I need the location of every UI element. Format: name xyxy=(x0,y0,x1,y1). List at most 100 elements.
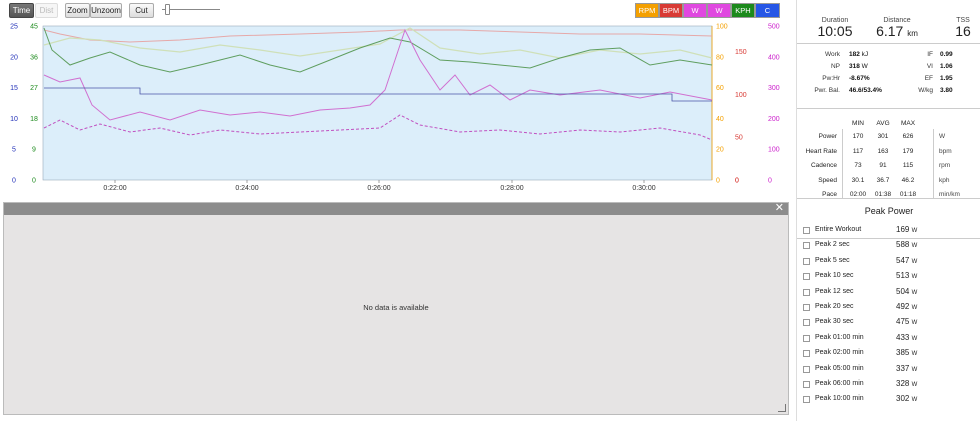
peak-checkbox[interactable] xyxy=(803,242,810,250)
peak-label: Peak 2 sec xyxy=(815,241,850,249)
peak-checkbox[interactable] xyxy=(803,365,810,373)
metric-row: Pwr. Bal. 46.6/53.4% W/kg 3.80 xyxy=(797,86,980,96)
peak-label: Peak 05:00 min xyxy=(815,364,864,372)
workout-chart[interactable]: 0:22:00 0:24:00 0:26:00 0:28:00 0:30:00 0 5 10 1… xyxy=(0,20,790,198)
stats-divider xyxy=(842,129,843,198)
peak-checkbox[interactable] xyxy=(803,304,810,311)
x-tick-label: 0:22:00 xyxy=(103,185,126,192)
peak-row[interactable]: Peak 01:00 min 433 W xyxy=(797,332,980,347)
divider xyxy=(797,198,980,199)
metric-label: Work xyxy=(824,51,840,58)
peak-unit: W xyxy=(911,258,918,265)
peak-label: Peak 12 sec xyxy=(815,287,854,295)
stats-max: 46.2 xyxy=(901,176,915,184)
peak-checkbox[interactable] xyxy=(803,381,810,388)
smoothing-slider-track[interactable] xyxy=(162,9,220,10)
peak-row[interactable]: Peak 10 sec 513 W xyxy=(797,270,980,285)
stats-row-label: Power xyxy=(818,133,837,140)
x-tick-label: 0:24:00 xyxy=(235,185,258,192)
peak-checkbox[interactable] xyxy=(803,350,810,358)
metric-value: 46.6/53.4% xyxy=(849,86,882,96)
peak-label: Peak 02:00 min xyxy=(815,349,864,357)
right_axes-tick: 100 xyxy=(716,24,728,31)
right_axes-tick: 20 xyxy=(716,147,724,154)
right_axes-tick: 40 xyxy=(716,116,724,123)
channel-toggle-4[interactable]: KPH xyxy=(731,3,755,18)
right_axes-tick: 300 xyxy=(768,85,780,92)
peak-value: 328 W xyxy=(896,379,917,388)
peak-number: 328 xyxy=(896,379,910,388)
metric-row: NP 318 W VI 1.06 xyxy=(797,62,980,72)
peak-number: 475 xyxy=(896,317,910,327)
peak-checkbox[interactable] xyxy=(803,396,810,404)
peak-row[interactable]: Peak 12 sec 504 W xyxy=(797,286,980,301)
cut-button[interactable]: Cut xyxy=(129,3,154,18)
peak-row[interactable]: Peak 10:00 min 302 W xyxy=(797,393,980,408)
time-button[interactable]: Time xyxy=(9,3,34,18)
peak-unit: W xyxy=(911,243,918,250)
metric-value-secondary: 0.99 xyxy=(940,51,953,58)
peak-row[interactable]: Peak 06:00 min 328 W xyxy=(797,378,980,393)
resize-handle-icon[interactable] xyxy=(778,404,786,412)
peak-value: 302 W xyxy=(896,394,917,403)
workout-summary: Duration 10:05 Distance 6.17 km TSS 16 xyxy=(797,0,980,46)
x-tick-label: 0:26:00 xyxy=(367,185,390,192)
x-tick-label: 0:30:00 xyxy=(632,185,655,192)
summary-sidebar: Duration 10:05 Distance 6.17 km TSS 16 W… xyxy=(796,0,980,421)
left_axes-tick: 27 xyxy=(30,85,38,92)
peak-row[interactable]: Peak 20 sec 492 W xyxy=(797,301,980,316)
duration-value: 10:05 xyxy=(817,23,853,39)
stats-row-label: Heart Rate xyxy=(805,147,837,155)
right_axes-tick: 500 xyxy=(768,24,780,31)
peak-checkbox[interactable] xyxy=(803,334,810,342)
channel-toggle-1[interactable]: BPM xyxy=(659,3,683,18)
peak-unit: W xyxy=(911,351,918,358)
dist-button[interactable]: Dist xyxy=(35,3,58,18)
left_axes-tick: 45 xyxy=(30,24,38,31)
peak-value: 433 W xyxy=(896,333,917,342)
peak-row[interactable]: Peak 05:00 min 337 W xyxy=(797,363,980,378)
stats-divider xyxy=(933,129,934,198)
stats-min: 117 xyxy=(852,147,864,155)
peak-checkbox[interactable] xyxy=(803,288,810,296)
peak-number: 513 xyxy=(896,271,910,281)
close-icon[interactable]: ✕ xyxy=(775,202,784,215)
smoothing-slider-thumb[interactable] xyxy=(165,4,170,15)
peak-checkbox[interactable] xyxy=(803,319,810,327)
stats-unit: min/km xyxy=(939,191,960,198)
peak-row[interactable]: Peak 02:00 min 385 W xyxy=(797,347,980,362)
peak-checkbox[interactable] xyxy=(803,273,810,281)
peak-value: 169 W xyxy=(896,225,917,234)
metric-number: 318 xyxy=(849,63,860,70)
right_axes-tick: 100 xyxy=(768,147,780,154)
channel-toggle-2[interactable]: W xyxy=(683,3,707,18)
peak-row[interactable]: Peak 2 sec 588 W xyxy=(797,239,980,254)
stats-min: 02:00 xyxy=(849,191,867,198)
peak-row[interactable]: Peak 5 sec 547 W xyxy=(797,255,980,270)
peak-checkbox[interactable] xyxy=(803,257,810,265)
channel-toggle-5[interactable]: C xyxy=(755,3,780,18)
peak-label: Peak 5 sec xyxy=(815,256,850,264)
peak-checkbox[interactable] xyxy=(803,227,810,234)
metric-unit: W xyxy=(861,63,868,70)
peak-unit: W xyxy=(911,335,918,342)
power-zero-tick: 0 xyxy=(768,178,772,185)
workout-analyzer: Time Dist Zoom Unzoom Cut RPM BPM W W KPH C 0… xyxy=(0,0,980,421)
peak-row[interactable]: Peak 30 sec 475 W xyxy=(797,316,980,331)
channel-toggle-3[interactable]: W xyxy=(707,3,731,18)
right_axes-tick: 50 xyxy=(735,135,743,142)
zoom-button[interactable]: Zoom xyxy=(65,3,90,18)
stats-min: 170 xyxy=(852,133,864,140)
peak-label: Peak 10:00 min xyxy=(815,395,864,403)
left_axes-tick: 0 xyxy=(32,178,36,185)
unzoom-button[interactable]: Unzoom xyxy=(90,3,122,18)
channel-toggle-0[interactable]: RPM xyxy=(635,3,659,18)
peak-value: 385 W xyxy=(896,348,917,357)
chart-svg[interactable]: 0:22:00 0:24:00 0:26:00 0:28:00 0:30:00 0 5 10 1… xyxy=(0,20,790,198)
stats-unit: bpm xyxy=(939,147,952,155)
stats-avg: 301 xyxy=(877,133,889,140)
tss: TSS 16 xyxy=(951,17,975,39)
right_axes-tick: 400 xyxy=(768,54,780,61)
panel-header: ✕ xyxy=(4,202,788,215)
peak-row[interactable]: Entire Workout 169 W xyxy=(797,224,980,240)
